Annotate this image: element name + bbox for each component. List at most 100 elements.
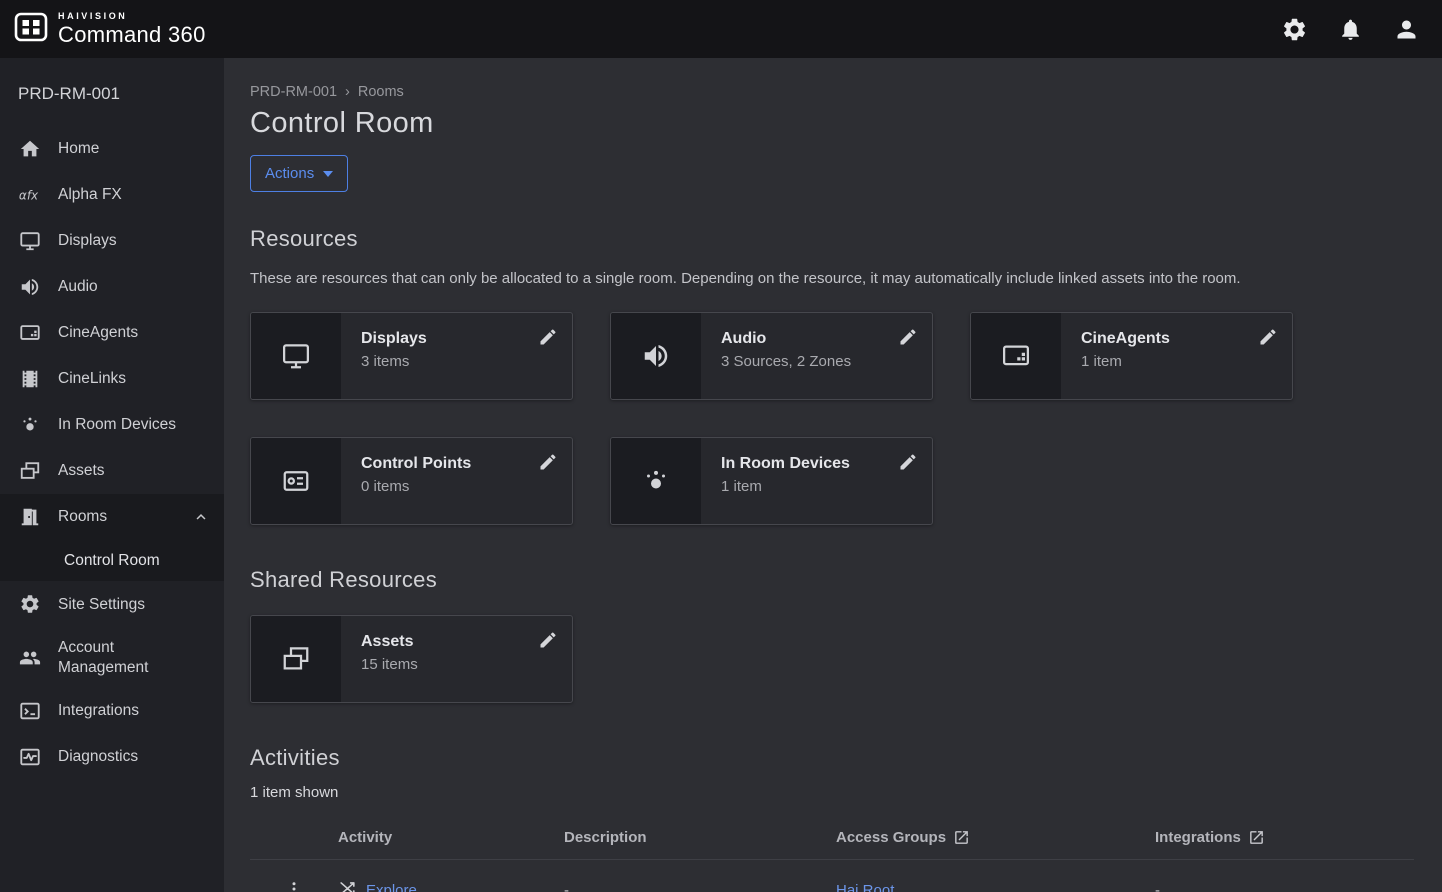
- card-subtitle: 15 items: [361, 656, 558, 673]
- brand-text: HAIVISION Command 360: [58, 12, 206, 46]
- card-title: Audio: [721, 330, 918, 348]
- in-room-devices-icon: [611, 438, 701, 524]
- external-link-icon[interactable]: [953, 829, 970, 846]
- terminal-icon: [18, 699, 42, 723]
- resource-card-control-points[interactable]: Control Points 0 items: [250, 437, 573, 525]
- resource-card-cineagents[interactable]: CineAgents 1 item: [970, 312, 1293, 400]
- topbar: HAIVISION Command 360: [0, 0, 1442, 58]
- control-points-icon: [251, 438, 341, 524]
- topbar-icons: [1281, 16, 1420, 43]
- col-access-groups: Access Groups: [836, 817, 1155, 860]
- bell-icon[interactable]: [1338, 17, 1363, 42]
- edit-icon[interactable]: [898, 327, 918, 350]
- actions-button[interactable]: Actions: [250, 155, 348, 192]
- people-icon: [18, 646, 42, 670]
- in-room-devices-icon: [18, 413, 42, 437]
- row-menu-kebab-icon[interactable]: [285, 880, 303, 892]
- cineagents-icon: [18, 321, 42, 345]
- brand-haivision: HAIVISION: [58, 12, 206, 21]
- sidebar-item-assets[interactable]: Assets: [0, 448, 224, 494]
- rooms-group: Rooms Control Room: [0, 494, 224, 581]
- resources-cards-row-2: Control Points 0 items In Room Devices 1…: [250, 437, 1414, 525]
- card-title: Displays: [361, 330, 558, 348]
- home-icon: [18, 137, 42, 161]
- card-subtitle: 1 item: [721, 478, 918, 495]
- sidebar-item-rooms[interactable]: Rooms: [0, 494, 224, 540]
- alpha-fx-icon: αfx: [18, 183, 42, 207]
- sidebar-item-site-settings[interactable]: Site Settings: [0, 581, 224, 627]
- resource-card-in-room-devices[interactable]: In Room Devices 1 item: [610, 437, 933, 525]
- settings-gear-icon[interactable]: [1281, 16, 1308, 43]
- rooms-icon: [18, 505, 42, 529]
- breadcrumb: PRD-RM-001 › Rooms: [250, 84, 1414, 100]
- sidebar-item-account-management[interactable]: Account Management: [0, 627, 224, 688]
- card-title: CineAgents: [1081, 330, 1278, 348]
- resource-card-displays[interactable]: Displays 3 items: [250, 312, 573, 400]
- edit-icon[interactable]: [898, 452, 918, 475]
- sidebar-item-in-room-devices[interactable]: In Room Devices: [0, 402, 224, 448]
- col-integrations: Integrations: [1155, 817, 1414, 860]
- assets-icon: [251, 616, 341, 702]
- site-name: PRD-RM-001: [0, 58, 224, 126]
- sidebar-item-cinelinks[interactable]: CineLinks: [0, 356, 224, 402]
- explore-activity-icon: [338, 879, 357, 892]
- resource-card-assets[interactable]: Assets 15 items: [250, 615, 573, 703]
- breadcrumb-rooms[interactable]: Rooms: [358, 84, 404, 100]
- access-group-link[interactable]: Hai Root: [836, 882, 894, 892]
- sidebar-item-cineagents[interactable]: CineAgents: [0, 310, 224, 356]
- card-title: Control Points: [361, 455, 558, 473]
- resources-description: These are resources that can only be all…: [250, 267, 1400, 290]
- edit-icon[interactable]: [538, 630, 558, 653]
- col-activity: Activity: [338, 817, 564, 860]
- shared-resources-heading: Shared Resources: [250, 567, 1414, 593]
- display-icon: [18, 229, 42, 253]
- breadcrumb-site[interactable]: PRD-RM-001: [250, 84, 337, 100]
- col-description: Description: [564, 817, 836, 860]
- col-row-menu: [250, 817, 338, 860]
- brand-command360: Command 360: [58, 24, 206, 46]
- sidebar-item-alpha-fx[interactable]: αfx Alpha FX: [0, 172, 224, 218]
- assets-icon: [18, 459, 42, 483]
- sidebar: PRD-RM-001 Home αfx Alpha FX Displays Au…: [0, 58, 224, 892]
- edit-icon[interactable]: [1258, 327, 1278, 350]
- explore-link[interactable]: Explore: [366, 882, 417, 892]
- table-header-row: Activity Description Access Groups Integ…: [250, 817, 1414, 860]
- cineagents-icon: [971, 313, 1061, 399]
- edit-icon[interactable]: [538, 452, 558, 475]
- page-title: Control Room: [250, 107, 1414, 140]
- external-link-icon[interactable]: [1248, 829, 1265, 846]
- haivision-logo: [14, 12, 48, 47]
- edit-icon[interactable]: [538, 327, 558, 350]
- sidebar-item-displays[interactable]: Displays: [0, 218, 224, 264]
- svg-text:αfx: αfx: [19, 189, 39, 203]
- activities-table: Activity Description Access Groups Integ…: [250, 817, 1414, 892]
- integrations-cell: -: [1155, 860, 1414, 892]
- resources-heading: Resources: [250, 226, 1414, 252]
- breadcrumb-separator: ›: [345, 84, 350, 100]
- brand[interactable]: HAIVISION Command 360: [14, 12, 206, 47]
- resources-cards-row-1: Displays 3 items Audio 3 Sources, 2 Zone…: [250, 312, 1414, 400]
- chevron-up-icon[interactable]: [192, 508, 210, 526]
- sidebar-item-audio[interactable]: Audio: [0, 264, 224, 310]
- sidebar-nav: Home αfx Alpha FX Displays Audio CineAge…: [0, 126, 224, 780]
- sidebar-item-integrations[interactable]: Integrations: [0, 688, 224, 734]
- sidebar-item-diagnostics[interactable]: Diagnostics: [0, 734, 224, 780]
- sidebar-item-home[interactable]: Home: [0, 126, 224, 172]
- card-subtitle: 3 Sources, 2 Zones: [721, 353, 918, 370]
- display-icon: [251, 313, 341, 399]
- gear-icon: [18, 592, 42, 616]
- main-content: PRD-RM-001 › Rooms Control Room Actions …: [224, 58, 1442, 892]
- user-icon[interactable]: [1393, 16, 1420, 43]
- actions-button-label: Actions: [265, 165, 314, 182]
- sidebar-item-control-room[interactable]: Control Room: [0, 540, 224, 581]
- caret-down-icon: [323, 171, 333, 177]
- resource-card-audio[interactable]: Audio 3 Sources, 2 Zones: [610, 312, 933, 400]
- cinelinks-icon: [18, 367, 42, 391]
- speaker-icon: [611, 313, 701, 399]
- card-title: Assets: [361, 633, 558, 651]
- card-title: In Room Devices: [721, 455, 918, 473]
- card-subtitle: 3 items: [361, 353, 558, 370]
- activities-heading: Activities: [250, 745, 1414, 771]
- card-subtitle: 0 items: [361, 478, 558, 495]
- speaker-icon: [18, 275, 42, 299]
